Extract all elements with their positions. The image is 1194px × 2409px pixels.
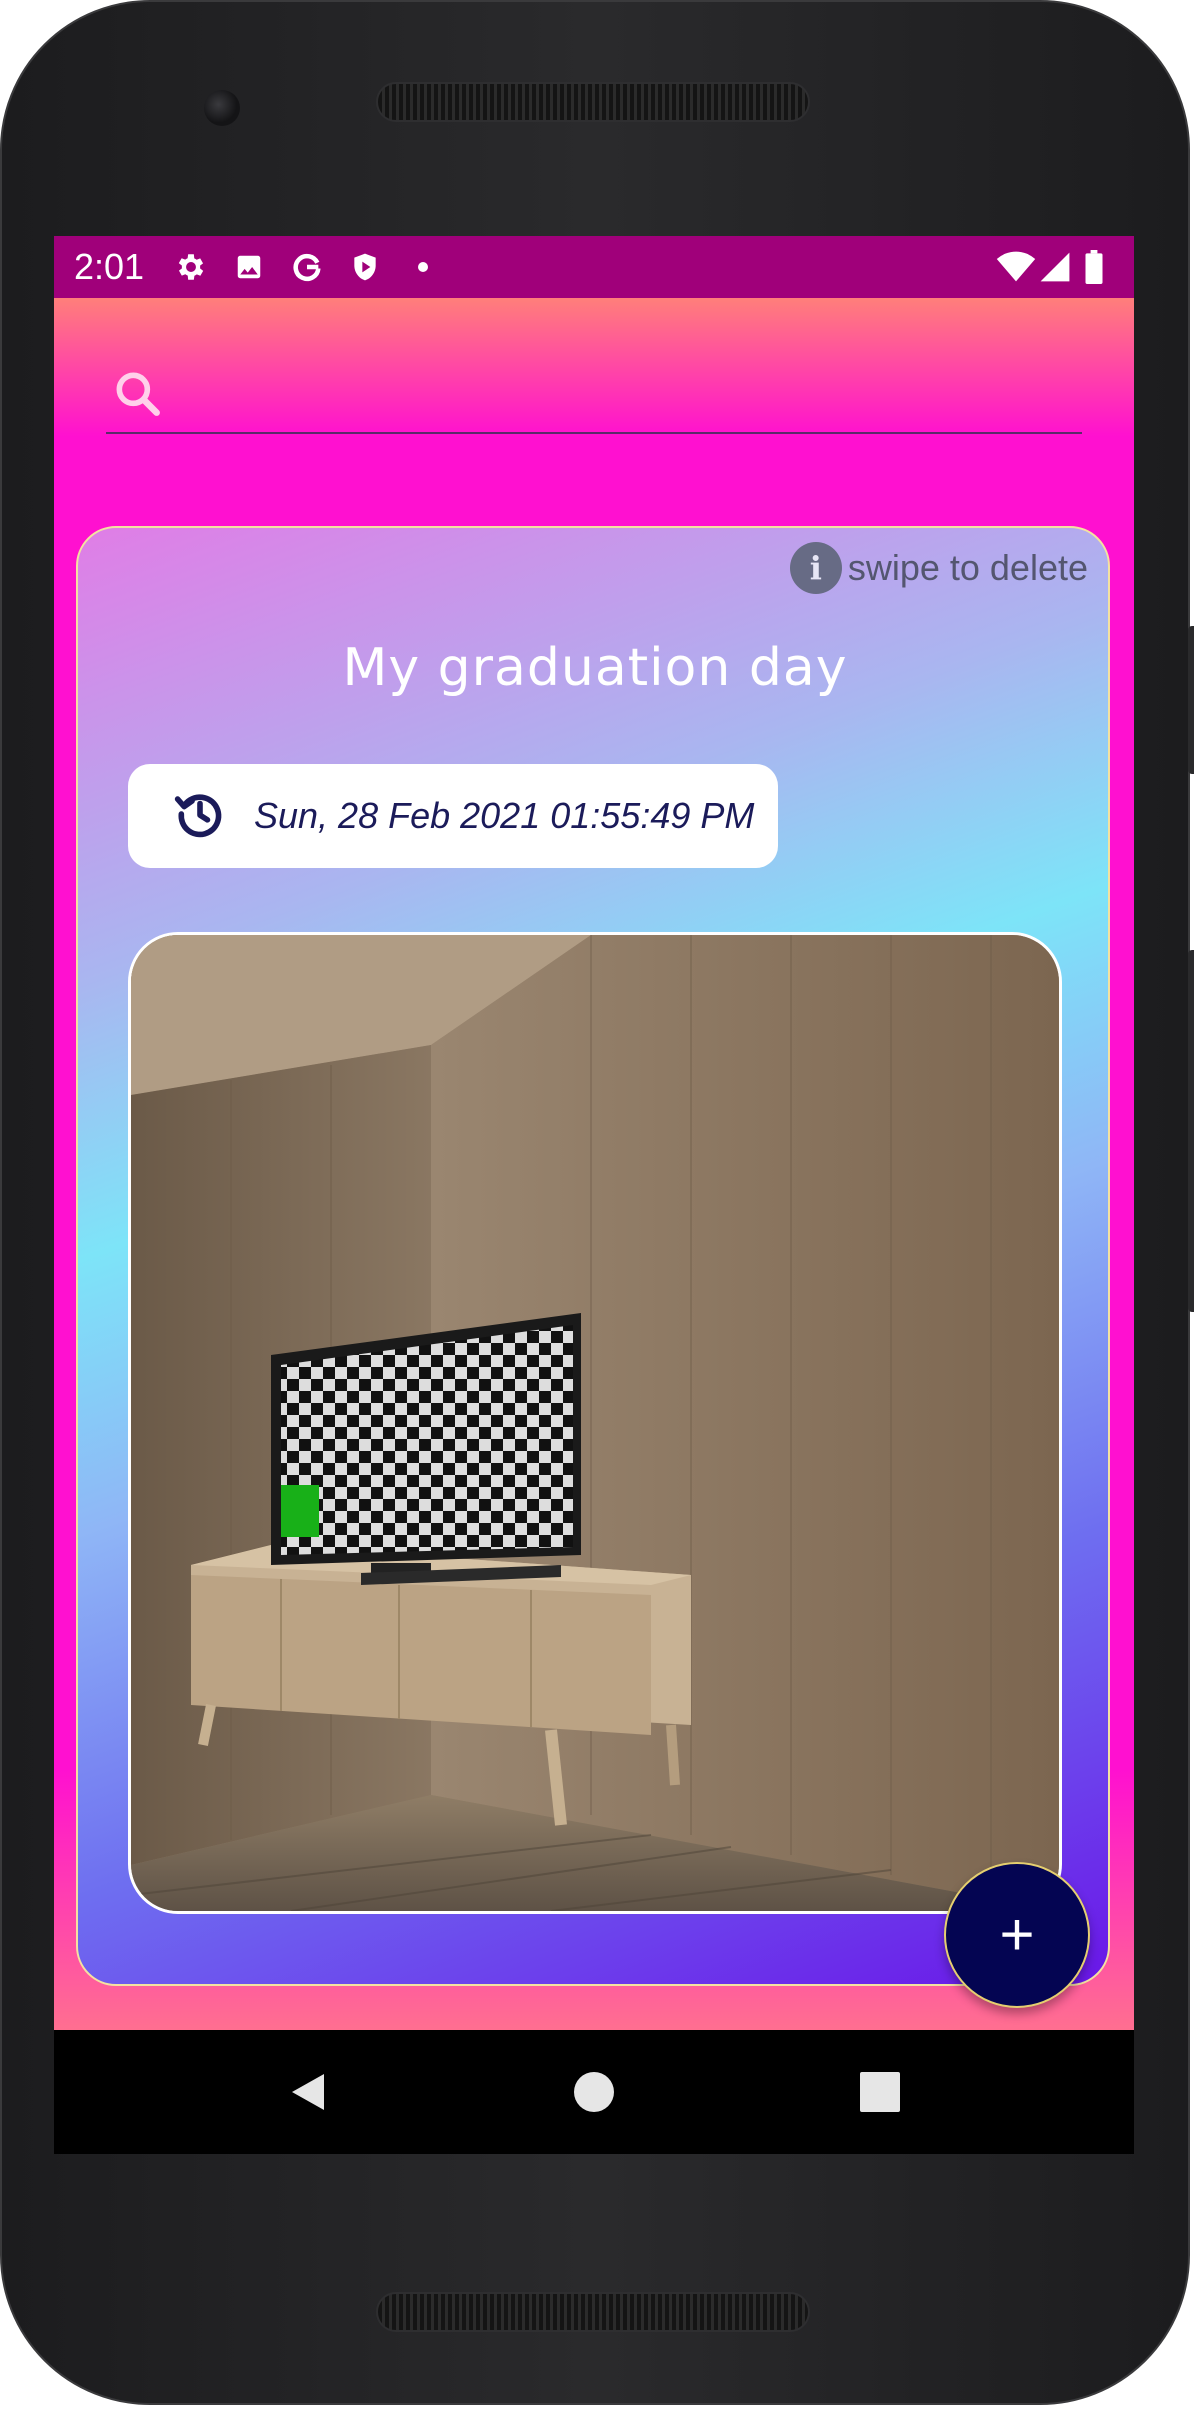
recents-button[interactable]	[848, 2060, 912, 2124]
search-bar[interactable]	[106, 358, 1082, 434]
navigation-bar	[54, 2030, 1134, 2154]
app-content: i swipe to delete My graduation day Sun,…	[54, 298, 1134, 2030]
wifi-icon	[996, 250, 1036, 284]
shield-play-icon	[348, 250, 382, 284]
back-button[interactable]	[276, 2060, 340, 2124]
swipe-hint: i swipe to delete	[789, 542, 1088, 594]
date-chip: Sun, 28 Feb 2021 01:55:49 PM	[128, 764, 778, 868]
history-clock-icon	[172, 786, 228, 847]
memory-card[interactable]: i swipe to delete My graduation day Sun,…	[76, 526, 1110, 1986]
image-icon	[232, 250, 266, 284]
info-icon: i	[789, 542, 842, 594]
google-icon	[290, 250, 324, 284]
screen: 2:01 i swipe to delete My graduation day…	[54, 236, 1134, 2154]
add-button[interactable]: +	[944, 1862, 1090, 2008]
gear-icon	[174, 250, 208, 284]
cell-signal-icon	[1038, 250, 1072, 284]
power-button	[1188, 626, 1194, 774]
search-input[interactable]	[186, 364, 1070, 426]
phone-frame: 2:01 i swipe to delete My graduation day…	[0, 0, 1194, 2405]
memory-date: Sun, 28 Feb 2021 01:55:49 PM	[254, 795, 755, 836]
search-icon	[110, 366, 166, 422]
home-button[interactable]	[562, 2060, 626, 2124]
battery-icon	[1084, 250, 1104, 284]
top-speaker	[376, 82, 810, 122]
bottom-speaker	[376, 2292, 810, 2332]
volume-button	[1188, 950, 1194, 1312]
swipe-hint-text: swipe to delete	[847, 547, 1088, 588]
front-camera	[204, 90, 240, 126]
status-time: 2:01	[74, 246, 145, 287]
status-bar: 2:01	[54, 236, 1134, 298]
memory-title: My graduation day	[342, 638, 848, 698]
room-scene-image	[131, 935, 1059, 1911]
memory-photo[interactable]	[128, 932, 1062, 1914]
plus-icon: +	[999, 1901, 1035, 1968]
dot-icon	[406, 250, 440, 284]
